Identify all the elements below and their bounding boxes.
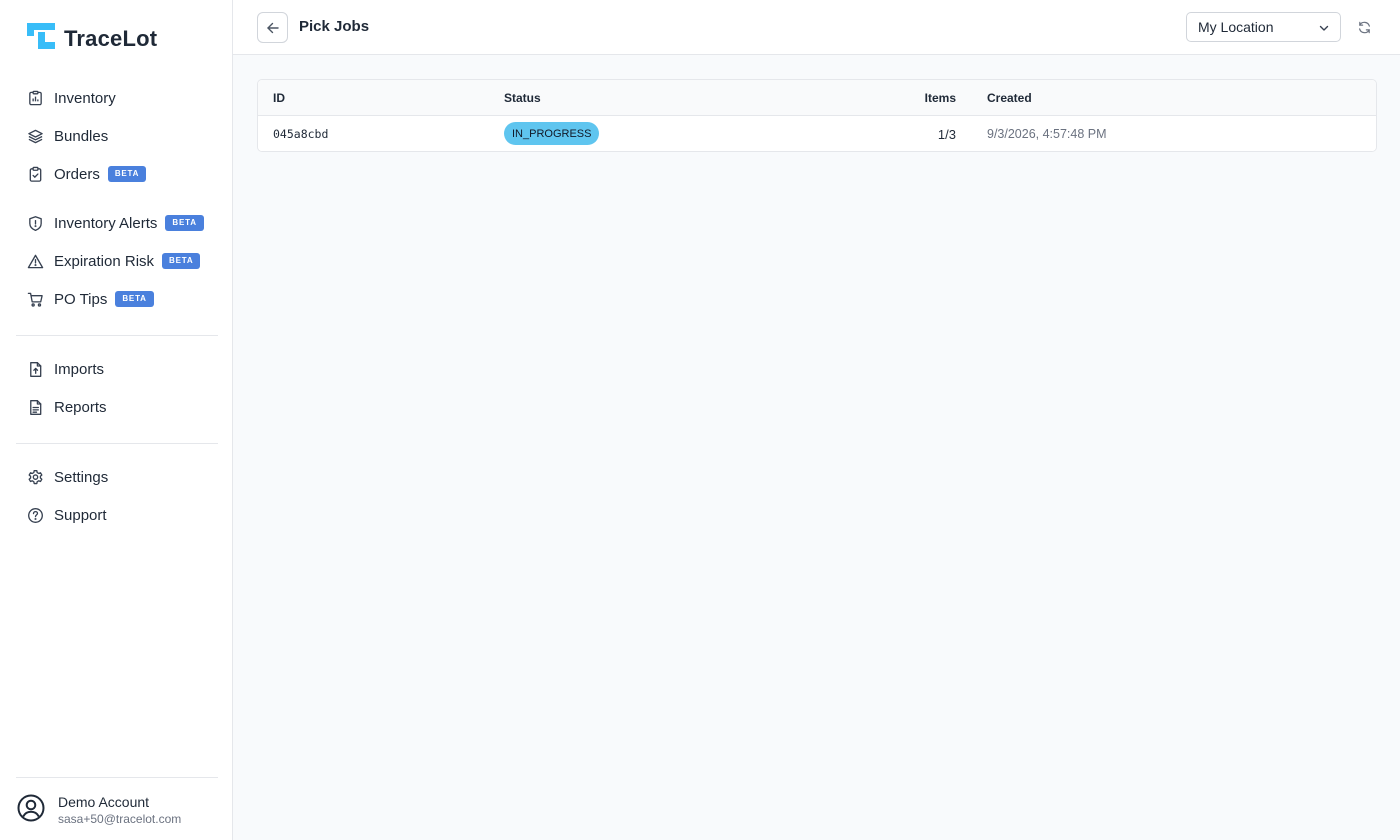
sidebar: TraceLot Inventory Bundles Orders BETA I…	[0, 0, 233, 840]
status-badge: IN_PROGRESS	[504, 122, 600, 145]
clipboard-icon	[26, 165, 44, 183]
app-logo[interactable]: TraceLot	[27, 22, 157, 55]
page-header: Pick Jobs My Location	[233, 0, 1400, 55]
sidebar-item-support[interactable]: Support	[16, 498, 218, 532]
sidebar-item-label: Support	[54, 506, 107, 524]
sidebar-item-label: Imports	[54, 360, 105, 378]
warning-icon	[26, 252, 44, 270]
column-header-id[interactable]: ID	[273, 91, 285, 105]
sidebar-divider	[16, 335, 218, 336]
page-title: Pick Jobs	[299, 18, 370, 35]
location-select[interactable]: My Location	[1186, 12, 1341, 42]
sidebar-divider	[16, 777, 218, 778]
sidebar-divider	[16, 443, 218, 444]
beta-badge: BETA	[115, 291, 154, 307]
column-header-status[interactable]: Status	[504, 91, 541, 105]
sidebar-item-label: Reports	[54, 398, 107, 416]
account-email: sasa+50@tracelot.com	[58, 811, 182, 826]
file-upload-icon	[26, 360, 44, 378]
shield-icon	[26, 214, 44, 232]
back-button[interactable]	[257, 12, 288, 43]
sidebar-item-settings[interactable]: Settings	[16, 460, 218, 494]
column-header-created[interactable]: Created	[987, 91, 1032, 105]
column-header-items[interactable]: Items	[925, 91, 956, 105]
sidebar-item-orders[interactable]: Orders BETA	[16, 157, 218, 191]
sidebar-item-label: Orders	[54, 165, 100, 183]
sidebar-item-po-tips[interactable]: PO Tips BETA	[16, 282, 218, 316]
arrow-left-icon	[265, 20, 281, 36]
account-name: Demo Account	[58, 793, 150, 810]
location-select-value: My Location	[1198, 19, 1274, 35]
app-name: TraceLot	[64, 25, 158, 51]
sidebar-item-label: Settings	[54, 468, 109, 486]
beta-badge: BETA	[162, 253, 201, 269]
refresh-button[interactable]	[1355, 18, 1373, 36]
gear-icon	[26, 468, 44, 486]
sidebar-item-label: Inventory	[54, 89, 116, 107]
user-avatar-icon	[17, 794, 45, 827]
table-row[interactable]: 045a8cbd IN_PROGRESS 1/3 9/3/2026, 4:57:…	[258, 116, 1376, 151]
inventory-icon	[26, 89, 44, 107]
beta-badge: BETA	[107, 166, 147, 182]
sidebar-item-label: Expiration Risk	[54, 252, 155, 270]
tracelot-logo-icon	[27, 22, 55, 55]
job-id: 045a8cbd	[273, 127, 329, 141]
sidebar-item-label: Bundles	[54, 127, 109, 145]
cart-icon	[26, 290, 44, 308]
sidebar-item-label: Inventory Alerts	[54, 214, 158, 232]
beta-badge: BETA	[165, 215, 204, 231]
items-count: 1/3	[937, 127, 956, 142]
created-timestamp: 9/3/2026, 4:57:48 PM	[987, 127, 1107, 141]
table-header: ID Status Items Created	[258, 80, 1376, 116]
help-icon	[26, 506, 44, 524]
sidebar-item-inventory[interactable]: Inventory	[16, 81, 218, 115]
sidebar-item-imports[interactable]: Imports	[16, 352, 218, 386]
sidebar-item-reports[interactable]: Reports	[16, 390, 218, 424]
layers-icon	[26, 127, 44, 145]
refresh-icon	[1357, 20, 1372, 35]
pick-jobs-table: ID Status Items Created 045a8cbd IN_PROG…	[257, 79, 1377, 152]
sidebar-item-bundles[interactable]: Bundles	[16, 119, 218, 153]
sidebar-item-inventory-alerts[interactable]: Inventory Alerts BETA	[16, 206, 218, 240]
account-menu[interactable]: Demo Account sasa+50@tracelot.com	[17, 794, 181, 827]
sidebar-item-expiration-risk[interactable]: Expiration Risk BETA	[16, 244, 218, 278]
file-text-icon	[26, 398, 44, 416]
sidebar-item-label: PO Tips	[54, 290, 108, 308]
